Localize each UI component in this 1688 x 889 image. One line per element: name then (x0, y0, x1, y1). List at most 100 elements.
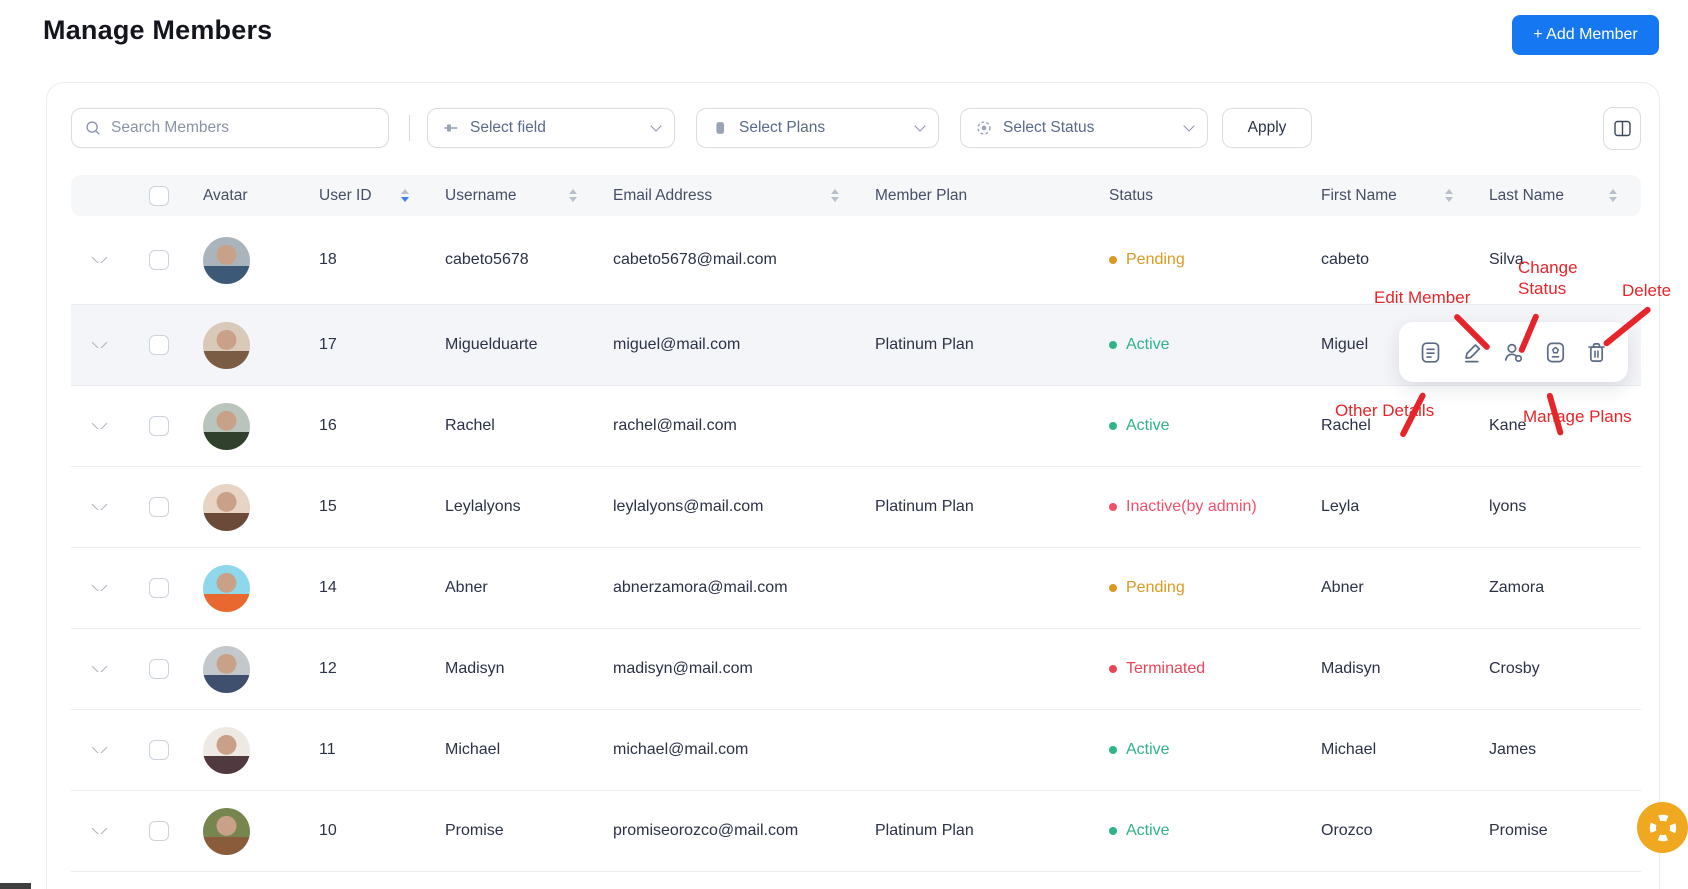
select-field-dropdown[interactable]: Select field (427, 108, 675, 148)
select-field-label: Select field (470, 119, 546, 136)
email-cell: rachel@mail.com (613, 417, 737, 434)
annotation-change-status: Change Status (1518, 258, 1578, 298)
user-id-cell: 15 (319, 498, 337, 515)
status-dot-icon (1109, 341, 1117, 349)
column-toggle-button[interactable] (1603, 106, 1641, 150)
user-id-cell: 12 (319, 660, 337, 677)
header-last-name[interactable]: Last Name (1479, 187, 1643, 205)
last-name-cell: James (1489, 741, 1537, 758)
row-checkbox[interactable] (149, 740, 169, 760)
header-first-name[interactable]: First Name (1311, 187, 1479, 205)
username-cell: Promise (445, 822, 504, 839)
row-checkbox[interactable] (149, 659, 169, 679)
first-name-cell: Madisyn (1321, 660, 1381, 677)
sort-icon[interactable] (1609, 189, 1617, 202)
status-text: Active (1126, 336, 1170, 353)
user-id-cell: 16 (319, 417, 337, 434)
status-dot-icon (1109, 827, 1117, 835)
avatar (203, 564, 250, 612)
status-dot-icon (1109, 422, 1117, 430)
select-all-checkbox[interactable] (149, 185, 169, 206)
user-id-cell: 17 (319, 336, 337, 353)
table-row: 12 Madisyn madisyn@mail.com Terminated M… (71, 629, 1641, 710)
expand-row-chevron-icon[interactable] (91, 666, 107, 672)
expand-row-chevron-icon[interactable] (91, 423, 107, 429)
sort-icon[interactable] (1445, 189, 1453, 202)
username-cell: Rachel (445, 417, 495, 434)
expand-row-chevron-icon[interactable] (91, 828, 107, 834)
user-id-cell: 10 (319, 822, 337, 839)
row-checkbox[interactable] (149, 578, 169, 598)
select-status-label: Select Status (1003, 119, 1095, 136)
status-text: Terminated (1126, 660, 1206, 677)
first-name-cell: Leyla (1321, 498, 1360, 515)
header-user-id[interactable]: User ID (309, 187, 435, 205)
avatar (203, 807, 250, 855)
username-cell: Madisyn (445, 660, 505, 677)
status-dot-icon (1109, 665, 1117, 673)
expand-row-chevron-icon[interactable] (91, 504, 107, 510)
search-input[interactable] (111, 119, 376, 137)
table-header: Avatar User ID Username Email Address Me… (71, 175, 1641, 216)
first-name-cell: Orozco (1321, 822, 1373, 839)
member-plan-cell: Platinum Plan (875, 822, 974, 839)
status-text: Active (1126, 822, 1170, 839)
row-checkbox[interactable] (149, 250, 169, 270)
email-cell: madisyn@mail.com (613, 660, 753, 677)
username-cell: cabeto5678 (445, 251, 529, 268)
chevron-down-icon (1183, 120, 1195, 132)
first-name-cell: Abner (1321, 579, 1364, 596)
row-checkbox[interactable] (149, 497, 169, 517)
email-cell: michael@mail.com (613, 741, 749, 758)
header-username[interactable]: Username (435, 187, 603, 205)
first-name-cell: Michael (1321, 741, 1377, 758)
apply-button[interactable]: Apply (1222, 108, 1312, 148)
header-email[interactable]: Email Address (603, 187, 865, 205)
status-cell: Pending (1099, 579, 1311, 597)
status-dot-icon (1109, 256, 1117, 264)
expand-row-chevron-icon[interactable] (91, 257, 107, 263)
avatar (203, 483, 250, 531)
status-cell: Active (1099, 741, 1311, 759)
lifebuoy-icon (1649, 814, 1676, 841)
status-text: Pending (1126, 579, 1185, 596)
document-icon[interactable] (1418, 340, 1443, 365)
search-box (71, 108, 389, 148)
select-plans-dropdown[interactable]: Select Plans (696, 108, 939, 148)
expand-row-chevron-icon[interactable] (91, 747, 107, 753)
plan-box-icon (716, 122, 725, 134)
status-cell: Active (1099, 417, 1311, 435)
table-row: 15 Leylalyons leylalyons@mail.com Platin… (71, 467, 1641, 548)
member-plan-cell: Platinum Plan (875, 336, 974, 353)
user-id-cell: 18 (319, 251, 337, 268)
row-checkbox[interactable] (149, 821, 169, 841)
username-cell: Abner (445, 579, 488, 596)
email-cell: promiseorozco@mail.com (613, 822, 799, 839)
sort-icon[interactable] (401, 189, 409, 202)
row-checkbox[interactable] (149, 335, 169, 355)
chevron-down-icon (650, 120, 662, 132)
badge-icon[interactable] (1543, 340, 1568, 365)
status-ring-icon (977, 121, 991, 135)
sort-icon[interactable] (569, 189, 577, 202)
status-text: Inactive(by admin) (1126, 498, 1257, 515)
support-fab-button[interactable] (1637, 802, 1688, 853)
chevron-down-icon (914, 120, 926, 132)
table-row: 11 Michael michael@mail.com Active Micha… (71, 710, 1641, 791)
expand-row-chevron-icon[interactable] (91, 342, 107, 348)
email-cell: abnerzamora@mail.com (613, 579, 788, 596)
username-cell: Michael (445, 741, 501, 758)
email-cell: leylalyons@mail.com (613, 498, 764, 515)
username-cell: Miguelduarte (445, 336, 538, 353)
select-status-dropdown[interactable]: Select Status (960, 108, 1208, 148)
status-dot-icon (1109, 746, 1117, 754)
expand-row-chevron-icon[interactable] (91, 585, 107, 591)
manage-members-page: Manage Members + Add Member Select field (0, 0, 1688, 889)
avatar (203, 321, 250, 369)
sort-icon[interactable] (831, 189, 839, 202)
row-checkbox[interactable] (149, 416, 169, 436)
corner-strip (0, 883, 31, 889)
slider-icon (444, 124, 458, 132)
last-name-cell: Promise (1489, 822, 1548, 839)
add-member-button[interactable]: + Add Member (1512, 15, 1659, 55)
